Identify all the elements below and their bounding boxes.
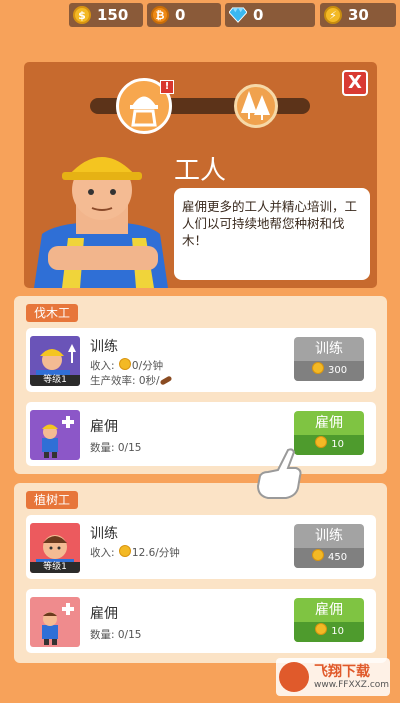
train-button[interactable]: 训练 300	[294, 337, 364, 381]
coin-icon	[311, 362, 324, 374]
energy-amount: 30	[348, 6, 369, 24]
gem-counter: 0	[225, 3, 315, 27]
bitcoin-icon: ₿	[151, 6, 169, 24]
currency-bar: $ 150 ₿ 0 0 ⚡ 30	[0, 0, 400, 30]
hire-count: 数量: 0/15	[90, 629, 142, 641]
tutorial-hand-icon	[256, 448, 302, 499]
panel-title: 工人	[174, 156, 227, 186]
description-text: 雇佣更多的工人并精心培训，工人们以可持续地帮您种树和伐木！	[182, 199, 358, 248]
lumberjack-avatar: 等级1	[30, 336, 80, 386]
coin-amount: 150	[97, 6, 129, 24]
worker-info-panel: ! X 工人 雇佣更多的工人并精心培训，工人们以可持续地帮您种树和伐木！	[24, 62, 377, 288]
log-icon	[159, 375, 173, 386]
watermark-logo-icon	[279, 662, 309, 692]
level-badge: 等级1	[30, 562, 80, 573]
bitcoin-amount: 0	[175, 6, 186, 24]
coin-icon	[315, 623, 328, 635]
coin-icon	[118, 358, 131, 370]
coin-icon: $	[73, 6, 91, 24]
coin-icon	[311, 549, 324, 561]
worker-portrait	[34, 157, 168, 288]
gem-icon	[229, 6, 247, 24]
planter-section: 植树工 等级1 训练 收入: 12.6/分钟 训练 450 雇佣 数量: 0/1…	[14, 483, 387, 663]
gem-amount: 0	[253, 6, 264, 24]
hire-card: 雇佣 数量: 0/15 雇佣 10	[26, 402, 376, 466]
energy-icon: ⚡	[324, 6, 342, 24]
section-label: 伐木工	[26, 304, 79, 322]
energy-counter: ⚡ 30	[320, 3, 396, 27]
efficiency-line: 生产效率: 0秒/	[90, 373, 173, 388]
coin-icon	[315, 436, 328, 448]
train-title: 训练	[90, 526, 118, 542]
description-box: 雇佣更多的工人并精心培训，工人们以可持续地帮您种树和伐木！	[174, 188, 370, 280]
hire-count: 数量: 0/15	[90, 442, 142, 454]
income-line: 收入: 12.6/分钟	[90, 545, 180, 559]
lumberjack-hire-avatar	[30, 410, 80, 460]
train-title: 训练	[90, 339, 118, 355]
hire-title: 雇佣	[90, 606, 118, 622]
bitcoin-counter: ₿ 0	[147, 3, 221, 27]
hire-button[interactable]: 雇佣 10	[294, 598, 364, 642]
planter-hire-avatar	[30, 597, 80, 647]
lumberjack-section: 伐木工 等级1 训练 收入: 0/分钟 生产效率: 0秒/ 训练 300 雇佣 …	[14, 296, 387, 474]
close-button[interactable]: X	[342, 70, 368, 96]
coin-icon	[118, 545, 131, 557]
planter-avatar: 等级1	[30, 523, 80, 573]
level-badge: 等级1	[30, 375, 80, 386]
hire-card: 雇佣 数量: 0/15 雇佣 10	[26, 589, 376, 653]
alert-badge: !	[160, 80, 174, 94]
watermark-name: 飞翔下载	[314, 664, 370, 680]
watermark: 飞翔下载 www.FFXXZ.com	[276, 658, 390, 696]
watermark-url: www.FFXXZ.com	[314, 680, 390, 690]
train-card: 等级1 训练 收入: 12.6/分钟 训练 450	[26, 515, 376, 579]
hire-title: 雇佣	[90, 419, 118, 435]
section-label: 植树工	[26, 491, 79, 509]
trees-node-icon	[234, 84, 278, 128]
train-button[interactable]: 训练 450	[294, 524, 364, 568]
train-card: 等级1 训练 收入: 0/分钟 生产效率: 0秒/ 训练 300	[26, 328, 376, 392]
coin-counter: $ 150	[69, 3, 143, 27]
income-line: 收入: 0/分钟	[90, 358, 164, 372]
